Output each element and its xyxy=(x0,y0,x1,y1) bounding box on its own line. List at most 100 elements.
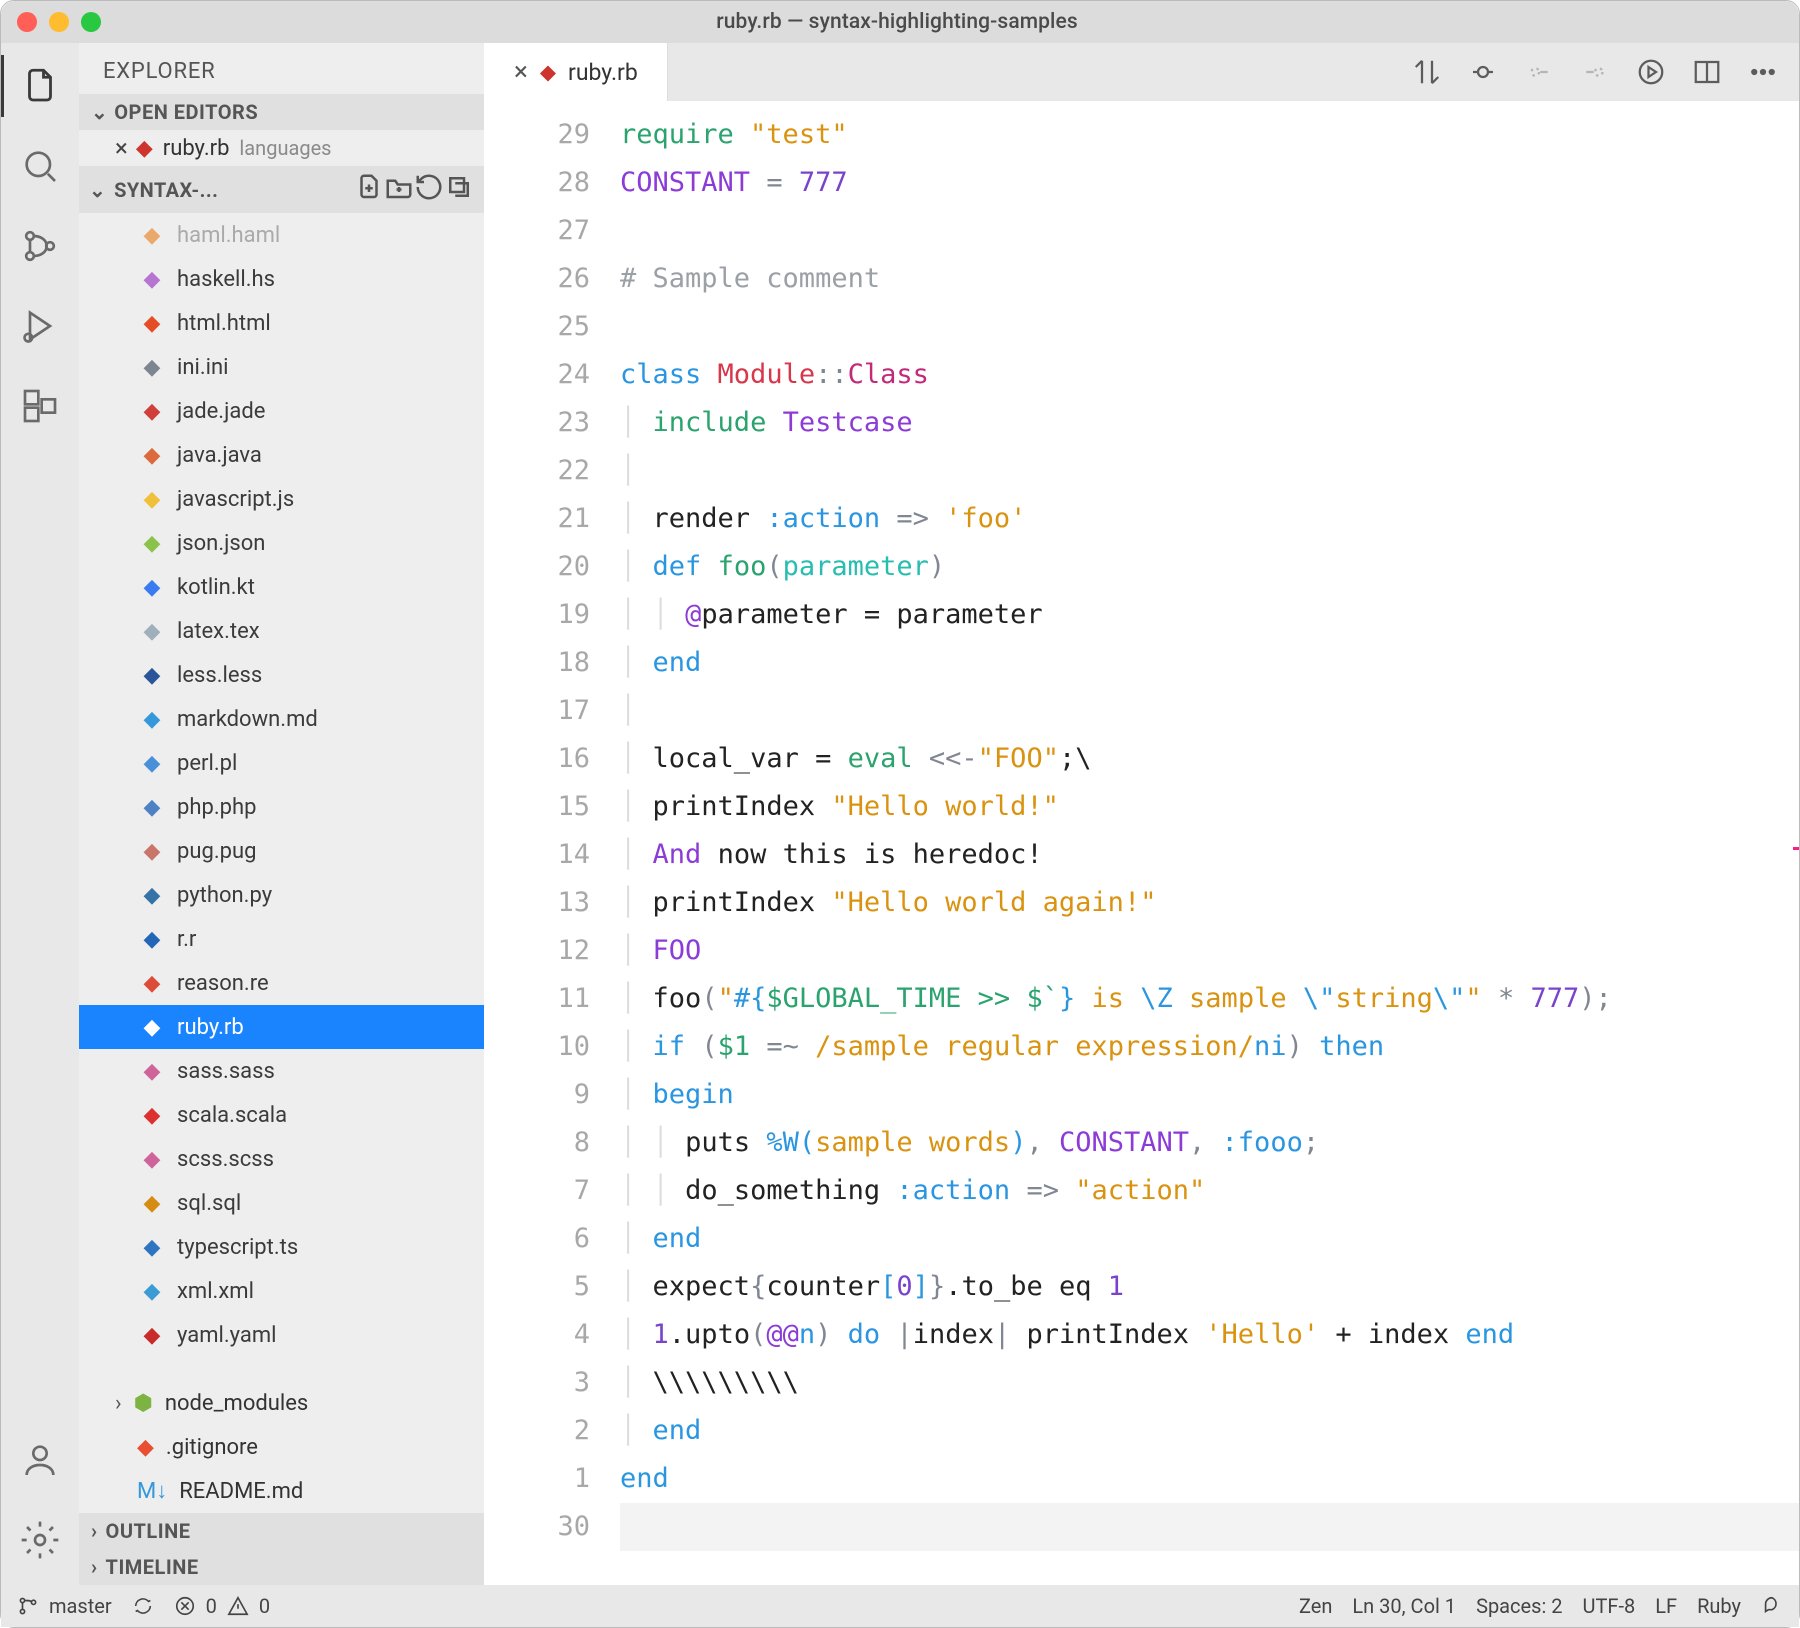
code-line[interactable] xyxy=(620,1503,1799,1551)
code-line[interactable]: │ begin xyxy=(620,1071,1799,1119)
code-line[interactable]: │ │ @parameter = parameter xyxy=(620,591,1799,639)
code-line[interactable]: │ │ puts %W(sample words), CONSTANT, :fo… xyxy=(620,1119,1799,1167)
tree-item[interactable]: ◆pug.pug xyxy=(79,829,484,873)
close-icon[interactable]: × xyxy=(115,134,128,162)
code-line[interactable]: end xyxy=(620,1455,1799,1503)
open-changes-icon[interactable] xyxy=(1467,56,1499,88)
status-feedback-icon[interactable] xyxy=(1761,1595,1783,1617)
tree-item[interactable]: ◆jade.jade xyxy=(79,389,484,433)
collapse-all-icon[interactable] xyxy=(444,172,474,207)
code-line[interactable]: │ FOO xyxy=(620,927,1799,975)
code-line[interactable]: │ foo("#{$GLOBAL_TIME >> $`} is \Z sampl… xyxy=(620,975,1799,1023)
settings-activity-icon[interactable] xyxy=(19,1519,61,1561)
open-editors-section[interactable]: ⌄ OPEN EDITORS xyxy=(79,94,484,130)
tree-item[interactable]: ◆php.php xyxy=(79,785,484,829)
tree-item[interactable]: ◆haml.haml xyxy=(79,213,484,257)
code-line[interactable]: │ \\\\\\\\\ xyxy=(620,1359,1799,1407)
code-editor[interactable]: 2928272625242322212019181716151413121110… xyxy=(484,101,1799,1585)
status-spaces[interactable]: Spaces: 2 xyxy=(1476,1594,1562,1618)
tree-item[interactable]: ◆json.json xyxy=(79,521,484,565)
sourcecontrol-activity-icon[interactable] xyxy=(19,225,61,267)
run-debug-activity-icon[interactable] xyxy=(19,305,61,347)
code-line[interactable]: │ │ do_something :action => "action" xyxy=(620,1167,1799,1215)
tree-item[interactable]: ◆typescript.ts xyxy=(79,1225,484,1269)
next-change-icon[interactable] xyxy=(1579,56,1611,88)
code-line[interactable]: │ expect{counter[0]}.to_be eq 1 xyxy=(620,1263,1799,1311)
tree-item[interactable]: ◆less.less xyxy=(79,653,484,697)
code-line[interactable]: │ end xyxy=(620,639,1799,687)
new-file-icon[interactable] xyxy=(354,172,384,207)
tree-node-modules[interactable]: › ⬢ node_modules xyxy=(79,1381,484,1425)
code-line[interactable]: │ if ($1 =~ /sample regular expression/n… xyxy=(620,1023,1799,1071)
status-eol[interactable]: LF xyxy=(1655,1594,1677,1618)
code-line[interactable]: │ end xyxy=(620,1215,1799,1263)
code-line[interactable]: │ And now this is heredoc! xyxy=(620,831,1799,879)
tree-item[interactable]: ◆xml.xml xyxy=(79,1269,484,1313)
tree-item[interactable]: ◆python.py xyxy=(79,873,484,917)
code-line[interactable]: # Sample comment xyxy=(620,255,1799,303)
more-icon[interactable] xyxy=(1747,56,1779,88)
prev-change-icon[interactable] xyxy=(1523,56,1555,88)
tree-item[interactable]: ◆scala.scala xyxy=(79,1093,484,1137)
code-line[interactable]: │ end xyxy=(620,1407,1799,1455)
code-line[interactable]: │ 1.upto(@@n) do |index| printIndex 'Hel… xyxy=(620,1311,1799,1359)
tree-item[interactable]: ◆scss.scss xyxy=(79,1137,484,1181)
code-line[interactable]: │ render :action => 'foo' xyxy=(620,495,1799,543)
tree-item[interactable]: ◆reason.re xyxy=(79,961,484,1005)
status-zen[interactable]: Zen xyxy=(1299,1594,1332,1618)
code-line[interactable]: require "test" xyxy=(620,111,1799,159)
code-line[interactable]: │ xyxy=(620,687,1799,735)
close-icon[interactable]: × xyxy=(514,57,528,87)
code-line[interactable]: CONSTANT = 777 xyxy=(620,159,1799,207)
code-line[interactable]: │ printIndex "Hello world again!" xyxy=(620,879,1799,927)
tree-item[interactable]: ◆markdown.md xyxy=(79,697,484,741)
outline-section[interactable]: › OUTLINE xyxy=(79,1513,484,1549)
code-line[interactable] xyxy=(620,303,1799,351)
tree-item[interactable]: ◆ruby.rb xyxy=(79,1005,484,1049)
code-line[interactable]: │ xyxy=(620,447,1799,495)
refresh-icon[interactable] xyxy=(414,172,444,207)
tree-readme[interactable]: M↓ README.md xyxy=(79,1469,484,1513)
tree-item[interactable]: ◆haskell.hs xyxy=(79,257,484,301)
tree-item[interactable]: ◆java.java xyxy=(79,433,484,477)
tree-item[interactable]: ◆r.r xyxy=(79,917,484,961)
run-icon[interactable] xyxy=(1635,56,1667,88)
tree-gitignore[interactable]: ◆ .gitignore xyxy=(79,1425,484,1469)
split-editor-icon[interactable] xyxy=(1691,56,1723,88)
editor-tab[interactable]: × ◆ ruby.rb xyxy=(484,43,668,101)
code-line[interactable]: class Module::Class xyxy=(620,351,1799,399)
tree-item[interactable]: ◆javascript.js xyxy=(79,477,484,521)
account-activity-icon[interactable] xyxy=(19,1439,61,1481)
extensions-activity-icon[interactable] xyxy=(19,385,61,427)
close-window-button[interactable] xyxy=(17,12,37,32)
code-line[interactable]: │ def foo(parameter) xyxy=(620,543,1799,591)
folder-header[interactable]: ⌄ SYNTAX-... xyxy=(79,166,484,213)
tree-item[interactable]: ◆sql.sql xyxy=(79,1181,484,1225)
code-content[interactable]: require "test"CONSTANT = 777 # Sample com… xyxy=(612,101,1799,1585)
tree-item[interactable]: ◆html.html xyxy=(79,301,484,345)
code-line[interactable]: │ printIndex "Hello world!" xyxy=(620,783,1799,831)
status-cursor[interactable]: Ln 30, Col 1 xyxy=(1352,1594,1456,1618)
tree-item[interactable]: ◆latex.tex xyxy=(79,609,484,653)
status-problems[interactable]: 0 0 xyxy=(174,1594,271,1618)
compare-changes-icon[interactable] xyxy=(1411,56,1443,88)
fullscreen-window-button[interactable] xyxy=(81,12,101,32)
minimize-window-button[interactable] xyxy=(49,12,69,32)
status-branch[interactable]: master xyxy=(17,1594,112,1618)
new-folder-icon[interactable] xyxy=(384,172,414,207)
tree-item[interactable]: ◆sass.sass xyxy=(79,1049,484,1093)
status-sync[interactable] xyxy=(132,1595,154,1617)
status-language[interactable]: Ruby xyxy=(1697,1594,1741,1618)
code-line[interactable]: │ include Testcase xyxy=(620,399,1799,447)
tree-item[interactable]: ◆yaml.yaml xyxy=(79,1313,484,1357)
explorer-activity-icon[interactable] xyxy=(19,65,61,107)
timeline-section[interactable]: › TIMELINE xyxy=(79,1549,484,1585)
code-line[interactable] xyxy=(620,207,1799,255)
open-editor-item[interactable]: × ◆ ruby.rb languages xyxy=(79,130,484,166)
code-line[interactable]: │ local_var = eval <<-"FOO";\ xyxy=(620,735,1799,783)
tree-item[interactable]: ◆perl.pl xyxy=(79,741,484,785)
file-tree[interactable]: ◆haml.haml◆haskell.hs◆html.html◆ini.ini◆… xyxy=(79,213,484,1381)
search-activity-icon[interactable] xyxy=(19,145,61,187)
tree-item[interactable]: ◆ini.ini xyxy=(79,345,484,389)
tree-item[interactable]: ◆kotlin.kt xyxy=(79,565,484,609)
